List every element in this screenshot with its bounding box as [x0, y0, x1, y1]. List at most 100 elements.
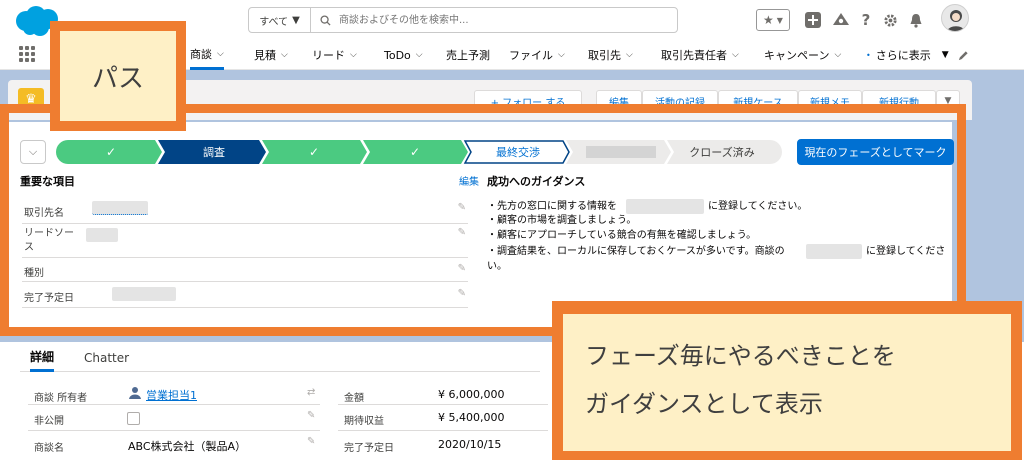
pencil-icon[interactable]: ✎	[458, 227, 466, 238]
help-icon[interactable]: ?	[858, 8, 874, 32]
change-owner-icon[interactable]: ⇄	[307, 387, 315, 398]
dot-icon: •	[866, 50, 871, 60]
pencil-icon[interactable]: ✎	[458, 202, 466, 213]
pencil-icon[interactable]: ✎	[307, 436, 315, 447]
field-label: リードソース	[24, 228, 74, 253]
new-case-button[interactable]: 新規ケース	[718, 90, 798, 112]
nav-tab-forecasts[interactable]: 売上予測	[446, 40, 490, 70]
close-date-label: 完了予定日	[344, 443, 394, 454]
pencil-icon[interactable]: ✎	[458, 263, 466, 274]
redacted-value	[806, 244, 862, 259]
nav-tab-label: キャンペーン	[764, 49, 830, 62]
redacted-value[interactable]	[92, 201, 148, 215]
guidance-line: ・顧客の市場を調査しましょう。	[487, 214, 636, 228]
nav-tab-opportunities[interactable]: 商談 ⌵	[190, 40, 224, 70]
private-checkbox[interactable]	[127, 412, 140, 425]
guidance-line: に登録してくださ	[866, 245, 945, 259]
field-type: 種別 ✎	[22, 258, 468, 282]
expected-revenue-value: ¥ 5,400,000	[438, 411, 505, 424]
expected-revenue-label: 期待収益	[344, 416, 384, 427]
owner-label: 商談 所有者	[34, 393, 88, 404]
setup-button[interactable]	[881, 8, 899, 32]
nav-tab-todo[interactable]: ToDo ⌵	[384, 40, 423, 70]
guidance-text: に登録してくださ	[866, 246, 946, 257]
nav-tab-label: 売上予測	[446, 49, 490, 62]
guidance-line: ・調査結果を、ローカルに保存しておくケースが多いです。商談の	[487, 245, 785, 259]
guidance-title: 成功へのガイダンス	[487, 175, 586, 188]
nav-tab-leads[interactable]: リード ⌵	[312, 40, 357, 70]
search-input[interactable]	[333, 8, 677, 32]
edit-key-fields-link[interactable]: 編集	[459, 173, 479, 188]
favorites-button[interactable]: ★ ▼	[756, 9, 790, 31]
app-launcher-icon[interactable]	[19, 46, 35, 62]
star-icon: ★	[763, 13, 774, 27]
key-fields-title: 重要な項目	[20, 175, 75, 188]
guidance-text: ・調査結果を、ローカルに保存しておくケースが多いです。商談の	[487, 246, 785, 257]
guidance-callout-body: フェーズ毎にやるべきことを ガイダンスとして表示	[563, 314, 1011, 451]
path-callout-text: パス	[60, 31, 176, 121]
check-icon: ✓	[410, 145, 420, 159]
nav-more[interactable]: • さらに表示 ▼	[866, 40, 949, 70]
notifications-button[interactable]	[907, 8, 925, 32]
path-toggle-button[interactable]: ⌵	[20, 140, 46, 164]
field-label: 取引先名	[24, 208, 64, 219]
path-stage-7-label: クローズ済み	[689, 145, 754, 159]
private-label: 非公開	[34, 416, 64, 427]
divider	[338, 404, 548, 405]
tab-details[interactable]: 詳細	[30, 344, 55, 372]
chevron-down-icon: ⌵	[558, 50, 565, 60]
check-icon: ✓	[309, 145, 319, 159]
user-avatar[interactable]	[941, 4, 969, 32]
field-close-date: 完了予定日 ✎	[22, 282, 468, 308]
chevron-down-icon: ⌵	[217, 48, 224, 59]
search-scope-select[interactable]: すべて ▼	[249, 8, 311, 32]
global-actions-button[interactable]	[803, 8, 823, 32]
sales-path: ✓ 調査 ✓ ✓ 最終交渉 クローズ済み	[56, 140, 782, 164]
chevron-down-icon: ⌵	[415, 50, 423, 60]
owner-link[interactable]: 営業担当1	[146, 387, 197, 403]
nav-tab-files[interactable]: ファイル ⌵	[509, 40, 565, 70]
redacted-value	[112, 287, 176, 301]
edit-nav-button[interactable]	[958, 40, 969, 70]
chevron-down-icon: ⌵	[834, 50, 842, 60]
edit-record-button[interactable]: 編集	[596, 90, 642, 112]
new-event-button[interactable]: 新規行動	[862, 90, 936, 112]
guidance-line: に登録してください。	[708, 200, 807, 214]
more-actions-button[interactable]: ▼	[936, 90, 960, 112]
trailhead-icon	[833, 13, 849, 25]
field-account-name: 取引先名 ✎	[22, 196, 468, 224]
search-scope-label: すべて	[259, 16, 289, 28]
divider	[28, 404, 320, 405]
chevron-down-icon: ⌵	[28, 145, 38, 158]
nav-tab-campaigns[interactable]: キャンペーン ⌵	[764, 40, 841, 70]
divider	[28, 430, 320, 431]
bell-icon	[910, 13, 922, 28]
tab-chatter[interactable]: Chatter	[84, 344, 129, 372]
follow-button[interactable]: + フォロー する	[474, 90, 582, 112]
caret-down-icon: ▼	[944, 96, 952, 106]
amount-value: ¥ 6,000,000	[438, 388, 505, 401]
new-note-button[interactable]: 新規メモ	[798, 90, 862, 112]
nav-tab-label: 取引先	[588, 49, 621, 62]
guidance-text: ・顧客にアプローチしている競合の有無を確認しましょう。	[487, 230, 757, 241]
nav-tab-accounts[interactable]: 取引先 ⌵	[588, 40, 633, 70]
redacted-stage-label	[586, 146, 656, 158]
nav-tab-label: 商談	[190, 47, 212, 61]
path-callout: パス	[50, 21, 186, 131]
pencil-icon[interactable]: ✎	[307, 410, 315, 421]
nav-tab-label: ToDo	[384, 48, 411, 62]
log-activity-button[interactable]: 活動の記録	[642, 90, 718, 112]
mark-current-stage-button[interactable]: 現在のフェーズとしてマーク	[797, 139, 954, 165]
path-stage-2-label: 調査	[203, 145, 225, 159]
guidance-callout-line: フェーズ毎にやるべきことを	[585, 342, 896, 370]
guidance-callout-line: ガイダンスとして表示	[585, 390, 823, 418]
nav-tab-label: 見積	[254, 49, 276, 62]
pencil-icon	[958, 50, 968, 60]
nav-tab-quotes[interactable]: 見積 ⌵	[254, 40, 288, 70]
plus-icon	[805, 12, 821, 28]
guidance-text: に登録してください。	[708, 201, 808, 212]
nav-tab-contacts[interactable]: 取引先責任者 ⌵	[661, 40, 739, 70]
redacted-value	[86, 228, 118, 242]
trailhead-button[interactable]	[830, 8, 852, 32]
pencil-icon[interactable]: ✎	[458, 288, 466, 299]
